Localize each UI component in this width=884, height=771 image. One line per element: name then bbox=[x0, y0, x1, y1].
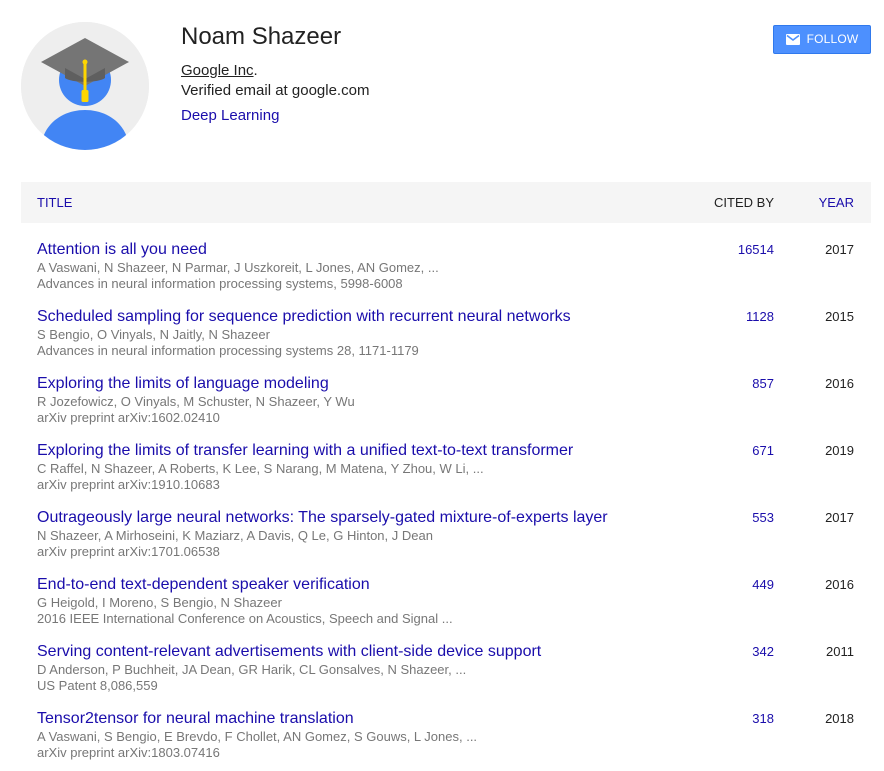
table-row: Scheduled sampling for sequence predicti… bbox=[21, 290, 871, 358]
table-row: Exploring the limits of transfer learnin… bbox=[21, 424, 871, 492]
publication-authors: C Raffel, N Shazeer, A Roberts, K Lee, S… bbox=[37, 461, 484, 476]
cited-by-link[interactable]: 16514 bbox=[738, 242, 774, 258]
table-row: Tensor2tensor for neural machine transla… bbox=[21, 692, 871, 760]
publication-venue: arXiv preprint arXiv:1701.06538 bbox=[37, 544, 220, 559]
publication-authors: D Anderson, P Buchheit, JA Dean, GR Hari… bbox=[37, 662, 467, 677]
mail-icon bbox=[785, 34, 800, 45]
affiliation-suffix: . bbox=[253, 62, 258, 79]
publication-title[interactable]: End-to-end text-dependent speaker verifi… bbox=[37, 575, 370, 594]
publication-year: 2019 bbox=[825, 443, 854, 458]
sort-by-year[interactable]: YEAR bbox=[819, 182, 854, 223]
cited-by-link[interactable]: 553 bbox=[752, 510, 774, 526]
publication-venue: US Patent 8,086,559 bbox=[37, 678, 158, 693]
publication-authors: A Vaswani, N Shazeer, N Parmar, J Uszkor… bbox=[37, 260, 439, 275]
publication-title[interactable]: Serving content-relevant advertisements … bbox=[37, 642, 541, 661]
cited-by-link[interactable]: 449 bbox=[752, 577, 774, 593]
cited-by-link[interactable]: 671 bbox=[752, 443, 774, 459]
default-scholar-avatar-icon bbox=[21, 22, 149, 150]
cited-by-link[interactable]: 857 bbox=[752, 376, 774, 392]
cited-by-link[interactable]: 318 bbox=[752, 711, 774, 727]
table-header: TITLE CITED BY YEAR bbox=[21, 182, 871, 223]
publication-title[interactable]: Scheduled sampling for sequence predicti… bbox=[37, 307, 571, 326]
publication-year: 2017 bbox=[825, 510, 854, 525]
follow-button[interactable]: FOLLOW bbox=[773, 25, 871, 54]
publication-venue: arXiv preprint arXiv:1910.10683 bbox=[37, 477, 220, 492]
publication-venue: Advances in neural information processin… bbox=[37, 343, 419, 358]
cited-by-link[interactable]: 1128 bbox=[746, 309, 774, 325]
follow-label: FOLLOW bbox=[806, 32, 859, 46]
affiliation: Google Inc. bbox=[181, 62, 258, 80]
publication-authors: G Heigold, I Moreno, S Bengio, N Shazeer bbox=[37, 595, 282, 610]
publication-year: 2011 bbox=[826, 644, 854, 659]
publication-authors: N Shazeer, A Mirhoseini, K Maziarz, A Da… bbox=[37, 528, 433, 543]
table-row: End-to-end text-dependent speaker verifi… bbox=[21, 558, 871, 626]
publication-venue: arXiv preprint arXiv:1803.07416 bbox=[37, 745, 220, 760]
cited-by-link[interactable]: 342 bbox=[752, 644, 774, 660]
publication-title[interactable]: Outrageously large neural networks: The … bbox=[37, 508, 608, 527]
publication-venue: 2016 IEEE International Conference on Ac… bbox=[37, 611, 453, 626]
table-row: Outrageously large neural networks: The … bbox=[21, 491, 871, 559]
publication-year: 2017 bbox=[825, 242, 854, 257]
publication-list: Attention is all you need A Vaswani, N S… bbox=[21, 223, 871, 760]
publication-authors: A Vaswani, S Bengio, E Brevdo, F Chollet… bbox=[37, 729, 478, 744]
publication-year: 2016 bbox=[825, 376, 854, 391]
publication-title[interactable]: Exploring the limits of language modelin… bbox=[37, 374, 329, 393]
sort-by-cited-by[interactable]: CITED BY bbox=[714, 182, 774, 223]
sort-by-title[interactable]: TITLE bbox=[37, 182, 72, 223]
table-row: Exploring the limits of language modelin… bbox=[21, 357, 871, 425]
publication-title[interactable]: Attention is all you need bbox=[37, 240, 207, 259]
publication-title[interactable]: Tensor2tensor for neural machine transla… bbox=[37, 709, 354, 728]
verified-email: Verified email at google.com bbox=[181, 82, 370, 99]
publication-year: 2015 bbox=[825, 309, 854, 324]
publication-title[interactable]: Exploring the limits of transfer learnin… bbox=[37, 441, 573, 460]
avatar bbox=[21, 22, 149, 150]
profile-name: Noam Shazeer bbox=[181, 23, 342, 50]
publication-authors: R Jozefowicz, O Vinyals, M Schuster, N S… bbox=[37, 394, 355, 409]
interest-link-deep-learning[interactable]: Deep Learning bbox=[181, 107, 279, 125]
publication-year: 2018 bbox=[825, 711, 854, 726]
publication-year: 2016 bbox=[825, 577, 854, 592]
table-row: Attention is all you need A Vaswani, N S… bbox=[21, 223, 871, 291]
affiliation-link[interactable]: Google Inc bbox=[181, 62, 254, 79]
publication-venue: Advances in neural information processin… bbox=[37, 276, 403, 291]
publication-authors: S Bengio, O Vinyals, N Jaitly, N Shazeer bbox=[37, 327, 270, 342]
table-row: Serving content-relevant advertisements … bbox=[21, 625, 871, 693]
publication-venue: arXiv preprint arXiv:1602.02410 bbox=[37, 410, 220, 425]
